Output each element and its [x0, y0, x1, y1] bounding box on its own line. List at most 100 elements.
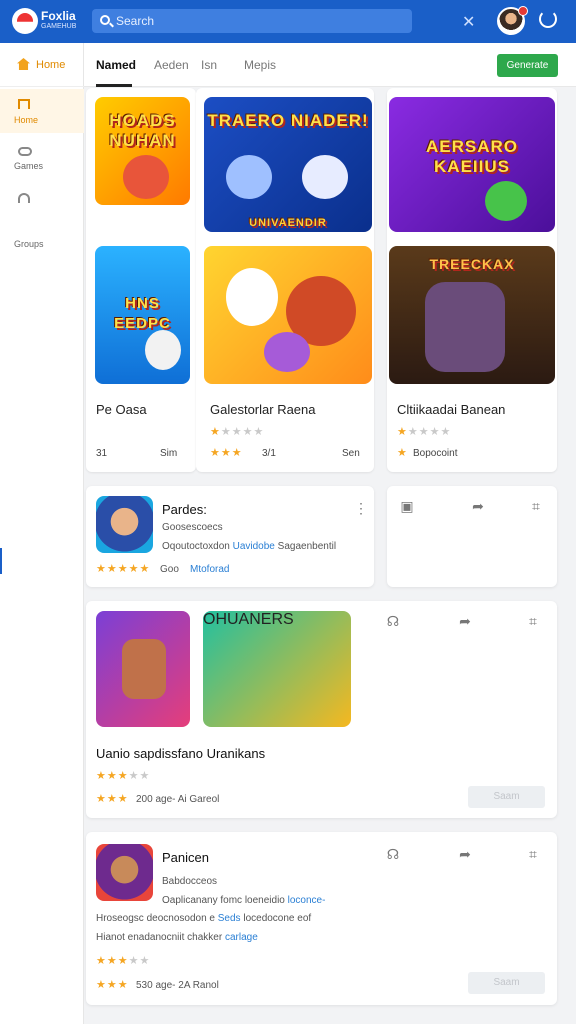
game-thumb-title: TRAERO NIADER!: [207, 111, 369, 130]
brand-name[interactable]: Foxlia: [41, 10, 76, 22]
card-description: Oaplicanany fomc loeneidio loconce-: [162, 895, 326, 906]
card-title[interactable]: Pardes:: [162, 502, 207, 517]
game-thumbnail[interactable]: HOADS NUHAN: [95, 97, 190, 205]
game-tile[interactable]: AERSARO KAEIIUS TREECKAX Cltiikaadai Ban…: [387, 88, 557, 472]
rating-stars: ★★★★★: [96, 563, 151, 575]
brand-logo-icon[interactable]: [12, 8, 38, 34]
expand-icon[interactable]: ⌗: [524, 613, 542, 629]
game-thumbnail[interactable]: AERSARO KAEIIUS: [389, 97, 555, 232]
share-icon[interactable]: ➦: [469, 498, 487, 514]
sidebar-item-label: Groups: [14, 239, 44, 249]
headset-icon[interactable]: ☊: [384, 613, 402, 629]
tab-bar: Named Aeden Isn Mepis Generate: [84, 43, 576, 87]
app-icon[interactable]: [96, 496, 153, 553]
game-title[interactable]: Pe Oasa: [96, 402, 147, 417]
rating-stars: ★★★★★: [96, 770, 151, 782]
top-bar: Foxlia GAMEHUB Search ✕: [0, 0, 576, 43]
sidebar-item-label: Home: [14, 115, 39, 125]
game-meta-right: Sen: [342, 448, 360, 459]
gamepad-icon: [18, 147, 32, 156]
app-icon[interactable]: [96, 844, 153, 901]
loading-icon[interactable]: [539, 10, 557, 28]
game-thumbnail[interactable]: [204, 246, 372, 384]
game-thumb-title: TREECKAX: [429, 256, 515, 272]
character-art: [226, 155, 272, 199]
card-description: Oqoutoctoxdon Uavidobe Sagaenbentil: [162, 541, 337, 552]
card-title[interactable]: Uanio sapdissfano Uranikans: [96, 746, 265, 761]
install-button[interactable]: Saam: [468, 786, 545, 808]
clear-search-icon[interactable]: ✕: [462, 12, 475, 32]
list-item[interactable]: Panicen Babdocceos Oaplicanany fomc loen…: [86, 832, 557, 1005]
more-icon[interactable]: ⋮: [352, 500, 370, 516]
card-title[interactable]: Panicen: [162, 850, 209, 865]
home-icon: [17, 58, 30, 70]
rating-stars: ★★★★★: [96, 955, 151, 967]
search-icon: [100, 15, 110, 25]
card-description: Hianot enadanocniit chakker carlage: [96, 932, 258, 943]
game-meta-right: Sim: [160, 448, 178, 459]
headset-icon[interactable]: ☊: [384, 846, 402, 862]
tab-isn[interactable]: Isn: [201, 58, 217, 72]
tab-named[interactable]: Named: [96, 58, 136, 72]
sidebar-item-home[interactable]: Home: [0, 89, 84, 133]
sidebar-header[interactable]: Home: [0, 43, 84, 87]
game-thumb-subtitle: UNIVAENDIR: [249, 217, 327, 229]
tab-mepis[interactable]: Mepis: [244, 58, 276, 72]
rating-stars: ★★★: [96, 979, 129, 991]
headset-icon: [18, 193, 30, 203]
game-thumb-title: HOADS NUHAN: [109, 111, 176, 150]
search-input[interactable]: Search: [92, 9, 412, 33]
game-thumb-title: OHUANERS: [203, 611, 294, 628]
sidebar-header-label: Home: [36, 59, 66, 71]
character-art: [302, 155, 348, 199]
share-icon[interactable]: ➦: [456, 613, 474, 629]
game-tile[interactable]: HOADS NUHAN HNS EEDPC Pe Oasa 31 Sim: [86, 88, 196, 472]
bookmark-icon[interactable]: ▣: [398, 498, 416, 514]
game-tile[interactable]: TRAERO NIADER! UNIVAENDIR Galestorlar Ra…: [196, 88, 374, 472]
tab-aeden[interactable]: Aeden: [154, 58, 189, 72]
character-art: [226, 268, 278, 326]
app-thumbnail[interactable]: OHUANERS: [203, 611, 351, 727]
active-tab-indicator: [96, 84, 132, 87]
card-meta: 200 age- Ai Gareol: [136, 794, 220, 805]
sidebar: Home Home Games Groups: [0, 43, 84, 1024]
character-art: [122, 639, 166, 699]
action-panel: ▣ ➦ ⌗: [387, 486, 557, 587]
share-icon[interactable]: ➦: [456, 846, 474, 862]
notification-badge: [518, 6, 528, 16]
search-placeholder: Search: [116, 14, 155, 28]
scroll-indicator: [0, 548, 2, 574]
game-thumb-title: AERSARO KAEIIUS: [425, 137, 518, 176]
generate-button[interactable]: Generate: [497, 54, 558, 77]
install-button[interactable]: Saam: [468, 972, 545, 994]
sidebar-item-groups[interactable]: Groups: [0, 223, 84, 267]
game-meta-left: 3/1: [262, 448, 276, 459]
character-art: [145, 330, 181, 370]
card-link[interactable]: Mtoforad: [190, 564, 229, 575]
card-subtitle: Goosescoecs: [162, 522, 223, 533]
expand-icon[interactable]: ⌗: [527, 498, 545, 514]
game-thumbnail[interactable]: TRAERO NIADER! UNIVAENDIR: [204, 97, 372, 232]
card-meta: 530 age- 2A Ranol: [136, 980, 219, 991]
sidebar-item-games[interactable]: Games: [0, 135, 84, 179]
sidebar-item-audio[interactable]: [0, 181, 84, 225]
game-meta-left: 31: [96, 448, 108, 459]
character-art: [485, 181, 527, 221]
app-thumbnail[interactable]: [96, 611, 190, 727]
rating-stars: ★★★: [210, 447, 243, 459]
game-title[interactable]: Galestorlar Raena: [210, 402, 316, 417]
rating-stars: ★: [397, 447, 408, 459]
game-thumbnail[interactable]: HNS EEDPC: [95, 246, 190, 384]
game-thumbnail[interactable]: TREECKAX: [389, 246, 555, 384]
game-title[interactable]: Cltiikaadai Banean: [397, 402, 505, 417]
card-description: Hroseogsc deocnosodon e Seds locedocone …: [96, 913, 312, 924]
character-art: [123, 155, 169, 199]
home-icon: [18, 99, 30, 109]
game-thumb-title: HNS EEDPC: [114, 295, 171, 332]
list-item[interactable]: Pardes: Goosescoecs Oqoutoctoxdon Uavido…: [86, 486, 374, 587]
brand-subtitle: GAMEHUB: [41, 23, 77, 30]
expand-icon[interactable]: ⌗: [524, 846, 542, 862]
character-art: [425, 282, 505, 372]
card-subtitle: Babdocceos: [162, 876, 218, 887]
list-item[interactable]: OHUANERS Uanio sapdissfano Uranikans ★★★…: [86, 601, 557, 818]
